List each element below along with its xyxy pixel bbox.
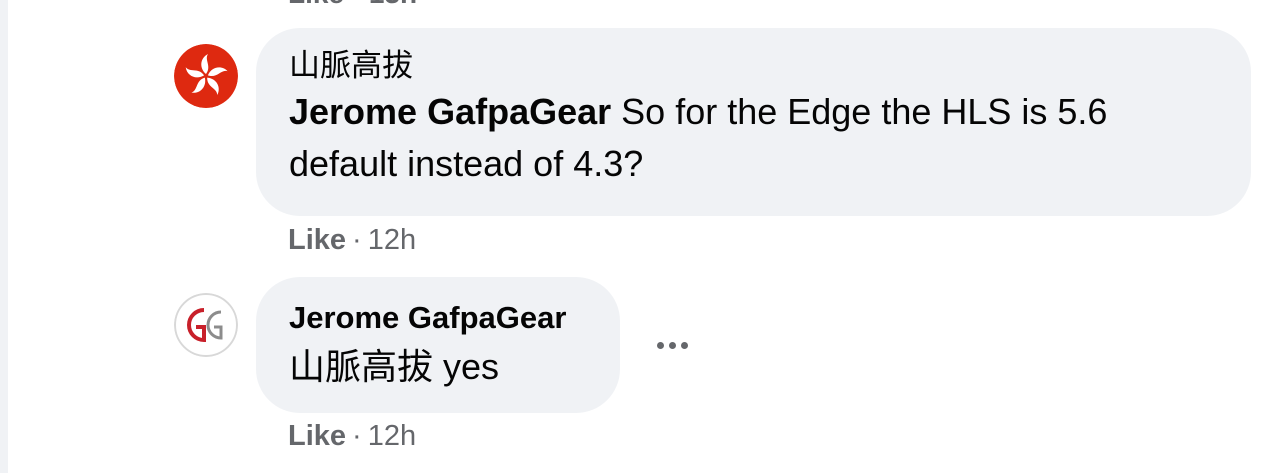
comment-bubble: Jerome GafpaGear 山脈高拔 yes [256, 277, 620, 413]
comment-actions: Like · 12h [288, 224, 416, 256]
thread-line [0, 0, 8, 473]
reply-to-name[interactable]: 山脈高拔 [289, 46, 1217, 86]
like-button[interactable]: Like [288, 420, 346, 452]
comment-actions: Like · 12h [288, 420, 416, 452]
avatar-gafpagear[interactable] [174, 293, 238, 357]
separator-dot: · [352, 224, 362, 256]
gafpagear-logo-icon [174, 293, 238, 357]
separator-dot: · [352, 420, 362, 452]
dot [668, 341, 676, 349]
comment-bubble: 山脈高拔 Jerome GafpaGear So for the Edge th… [256, 28, 1251, 216]
comment-text: Jerome GafpaGear So for the Edge the HLS… [289, 86, 1217, 190]
comment-text: 山脈高拔 yes [289, 346, 500, 387]
hong-kong-flag-icon [174, 44, 238, 108]
more-options-icon[interactable] [652, 330, 692, 360]
timestamp[interactable]: 12h [368, 420, 416, 452]
timestamp[interactable]: 12h [368, 224, 416, 256]
mention-link[interactable]: Jerome GafpaGear [289, 91, 611, 132]
avatar-hk-flag[interactable] [174, 44, 238, 108]
dot [656, 341, 664, 349]
like-button[interactable]: Like [288, 224, 346, 256]
previous-comment-meta: Like · 13h [288, 0, 417, 10]
dot [680, 341, 688, 349]
author-name[interactable]: Jerome GafpaGear [289, 295, 590, 341]
